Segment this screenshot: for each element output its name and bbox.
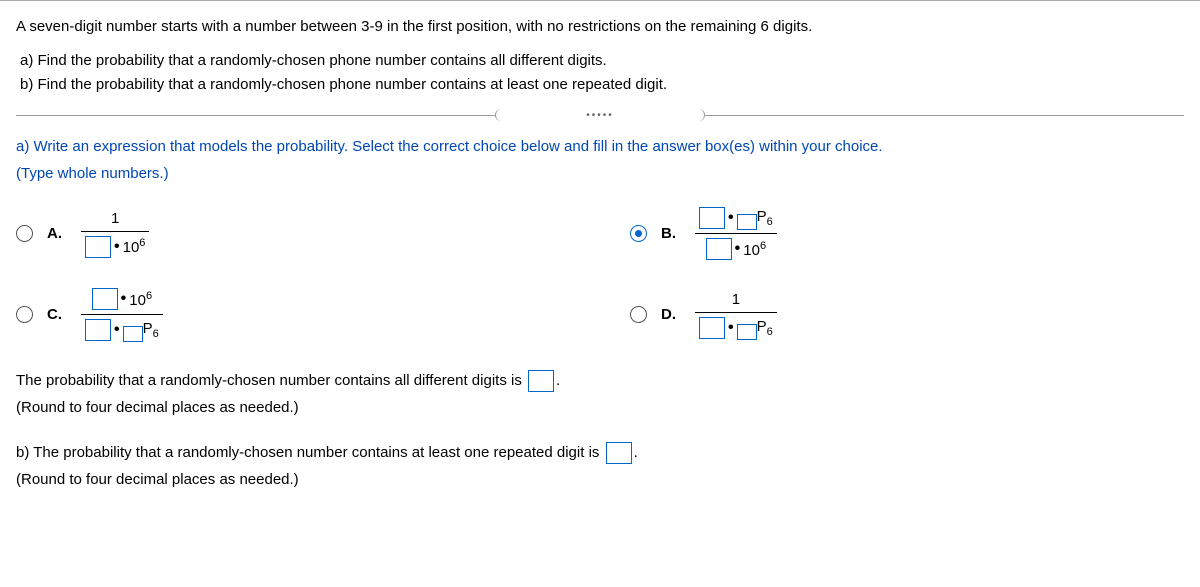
- radio-d[interactable]: [630, 306, 647, 323]
- choice-c-input-2[interactable]: [85, 319, 111, 341]
- followup-b-text1: b) The probability that a randomly-chose…: [16, 444, 604, 461]
- choice-d-label: D.: [661, 306, 681, 323]
- choice-c-input-1[interactable]: [92, 288, 118, 310]
- choice-b-exp: 6: [760, 240, 766, 252]
- section-divider: •••••: [16, 109, 1184, 121]
- question-part-a: a) Find the probability that a randomly-…: [20, 49, 1184, 73]
- followup-b-text2: .: [634, 444, 638, 461]
- choice-d-input-1[interactable]: [699, 317, 725, 339]
- dot-icon: •: [728, 209, 734, 227]
- dot-icon: •: [735, 240, 741, 258]
- followup-a-text1: The probability that a randomly-chosen n…: [16, 372, 526, 389]
- choice-c-p: P: [143, 320, 153, 337]
- followup-b-hint: (Round to four decimal places as needed.…: [16, 471, 299, 488]
- choice-a-numer: 1: [111, 210, 119, 227]
- choice-c-exp: 6: [146, 290, 152, 302]
- instruction-line-2: (Type whole numbers.): [16, 160, 1184, 187]
- followup-a-input[interactable]: [528, 370, 554, 392]
- choice-b-input-2[interactable]: [737, 214, 757, 230]
- choice-b-p: P: [757, 208, 767, 225]
- question-intro: A seven-digit number starts with a numbe…: [16, 15, 1184, 39]
- choice-d-input-2[interactable]: [737, 324, 757, 340]
- choice-d-fraction: 1 • P6: [695, 289, 777, 341]
- choice-b-label: B.: [661, 225, 681, 242]
- choice-b: B. • P6 • 106: [630, 205, 1184, 262]
- dot-icon: •: [121, 290, 127, 308]
- choice-b-input-1[interactable]: [699, 207, 725, 229]
- choice-a-fraction: 1 • 106: [81, 208, 149, 260]
- followup-a: The probability that a randomly-chosen n…: [16, 367, 1184, 421]
- followup-a-text2: .: [556, 372, 560, 389]
- choice-c-ten: 10: [129, 292, 146, 309]
- question-part-b: b) Find the probability that a randomly-…: [20, 73, 1184, 97]
- choice-a-input[interactable]: [85, 236, 111, 258]
- instruction-line-1: a) Write an expression that models the p…: [16, 133, 1184, 160]
- choices-grid: A. 1 • 106 B. • P6: [16, 205, 1184, 343]
- choice-b-input-3[interactable]: [706, 238, 732, 260]
- choice-a-label: A.: [47, 225, 67, 242]
- followup-b: b) The probability that a randomly-chose…: [16, 439, 1184, 493]
- followup-a-hint: (Round to four decimal places as needed.…: [16, 399, 299, 416]
- dot-icon: •: [114, 321, 120, 339]
- followup-b-input[interactable]: [606, 442, 632, 464]
- choice-b-ten: 10: [743, 242, 760, 259]
- choice-b-psub: 6: [767, 216, 773, 228]
- choice-a-ten: 10: [123, 239, 140, 256]
- dot-icon: •: [728, 319, 734, 337]
- choice-a: A. 1 • 106: [16, 205, 570, 262]
- radio-a[interactable]: [16, 225, 33, 242]
- choice-d: D. 1 • P6: [630, 286, 1184, 343]
- choice-c: C. • 106 • P6: [16, 286, 570, 343]
- choice-d-p: P: [757, 318, 767, 335]
- choice-b-fraction: • P6 • 106: [695, 205, 777, 262]
- radio-b[interactable]: [630, 225, 647, 242]
- choice-d-psub: 6: [767, 326, 773, 338]
- choice-c-fraction: • 106 • P6: [81, 286, 163, 343]
- choice-d-numer: 1: [732, 291, 740, 308]
- choice-c-input-3[interactable]: [123, 326, 143, 342]
- radio-c[interactable]: [16, 306, 33, 323]
- dot-icon: •: [114, 238, 120, 256]
- choice-a-exp: 6: [139, 237, 145, 249]
- choice-c-psub: 6: [153, 328, 159, 340]
- choice-c-label: C.: [47, 306, 67, 323]
